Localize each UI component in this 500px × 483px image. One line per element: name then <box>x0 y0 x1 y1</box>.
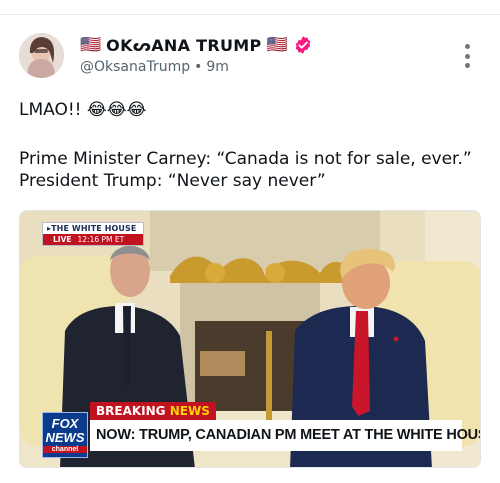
breaking-label: BREAKING <box>96 404 166 418</box>
author-meta: @OksanaTrump • 9m <box>80 59 229 75</box>
more-dot <box>464 63 470 68</box>
more-dot <box>464 44 470 49</box>
post-line-1-text: LMAO!! <box>19 100 82 120</box>
meta-separator: • <box>194 59 203 75</box>
author-handle[interactable]: @OksanaTrump <box>80 59 190 75</box>
breaking-news-tag: BREAKING NEWS <box>90 402 216 420</box>
logo-line-1: FOX <box>51 416 79 431</box>
logo-line-3: channel <box>43 446 87 453</box>
post-time[interactable]: 9m <box>206 59 229 75</box>
live-label: LIVE <box>53 235 72 244</box>
fox-news-logo: FOX NEWS channel <box>42 412 88 458</box>
white-house-badge: ▸THE WHITE HOUSE LIVE 12:16 PM ET <box>42 222 144 246</box>
us-flag-icon: 🇺🇸 <box>266 35 288 55</box>
more-dot <box>464 53 470 59</box>
top-divider <box>0 14 500 15</box>
display-name[interactable]: OKᔕANA TRUMP <box>106 36 261 55</box>
breaking-news-label: NEWS <box>169 404 210 418</box>
badge-title: ▸THE WHITE HOUSE <box>47 224 137 233</box>
live-bar: LIVE 12:16 PM ET <box>43 234 143 245</box>
avatar[interactable] <box>19 33 64 78</box>
news-headline: NOW: TRUMP, CANADIAN PM MEET AT THE WHIT… <box>90 420 480 451</box>
us-flag-icon: 🇺🇸 <box>80 35 102 55</box>
post-line-3: President Trump: “Never say never” <box>19 171 326 191</box>
more-vertical-icon[interactable] <box>458 44 476 68</box>
post-line-2: Prime Minister Carney: “Canada is not fo… <box>19 149 472 169</box>
laughing-emoji-icon: 😂😂😂 <box>86 100 147 120</box>
post-media-video[interactable]: ▸THE WHITE HOUSE LIVE 12:16 PM ET FOX NEW… <box>19 210 481 468</box>
avatar-photo <box>19 33 64 78</box>
author-name-row[interactable]: 🇺🇸 OKᔕANA TRUMP 🇺🇸 <box>80 35 313 55</box>
verified-badge-icon <box>295 36 311 54</box>
post-line-1: LMAO!! 😂😂😂 <box>19 99 489 121</box>
logo-line-2: NEWS <box>45 430 85 445</box>
live-time: 12:16 PM ET <box>77 235 125 244</box>
